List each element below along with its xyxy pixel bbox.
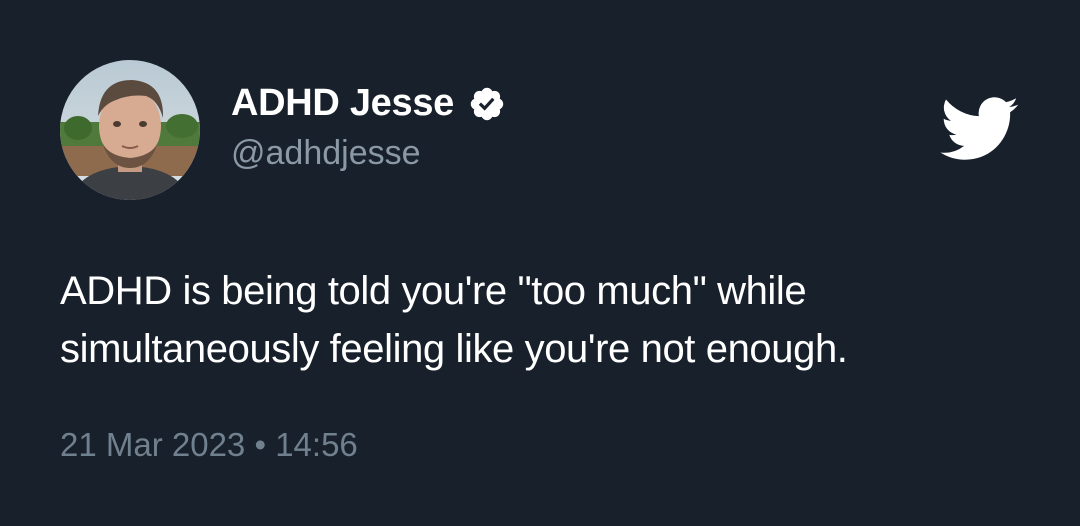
author-handle[interactable]: @adhdjesse <box>231 134 421 173</box>
tweet-timestamp[interactable]: 21 Mar 2023 • 14:56 <box>60 426 358 464</box>
twitter-bird-icon[interactable] <box>940 97 1020 163</box>
tweet-date: 21 Mar 2023 <box>60 426 246 463</box>
tweet-text: ADHD is being told you're "too much" whi… <box>60 262 1020 378</box>
author-name-row: ADHD Jesse <box>231 82 506 125</box>
tweet-time: 14:56 <box>275 426 358 463</box>
tweet-text-line: ADHD is being told you're "too much" whi… <box>60 269 807 313</box>
avatar-photo <box>60 60 200 200</box>
timestamp-separator: • <box>254 426 267 463</box>
avatar[interactable] <box>60 60 200 200</box>
verified-badge-icon <box>468 85 506 123</box>
author-display-name[interactable]: ADHD Jesse <box>231 82 454 125</box>
tweet-text-line: simultaneously feeling like you're not e… <box>60 327 848 371</box>
